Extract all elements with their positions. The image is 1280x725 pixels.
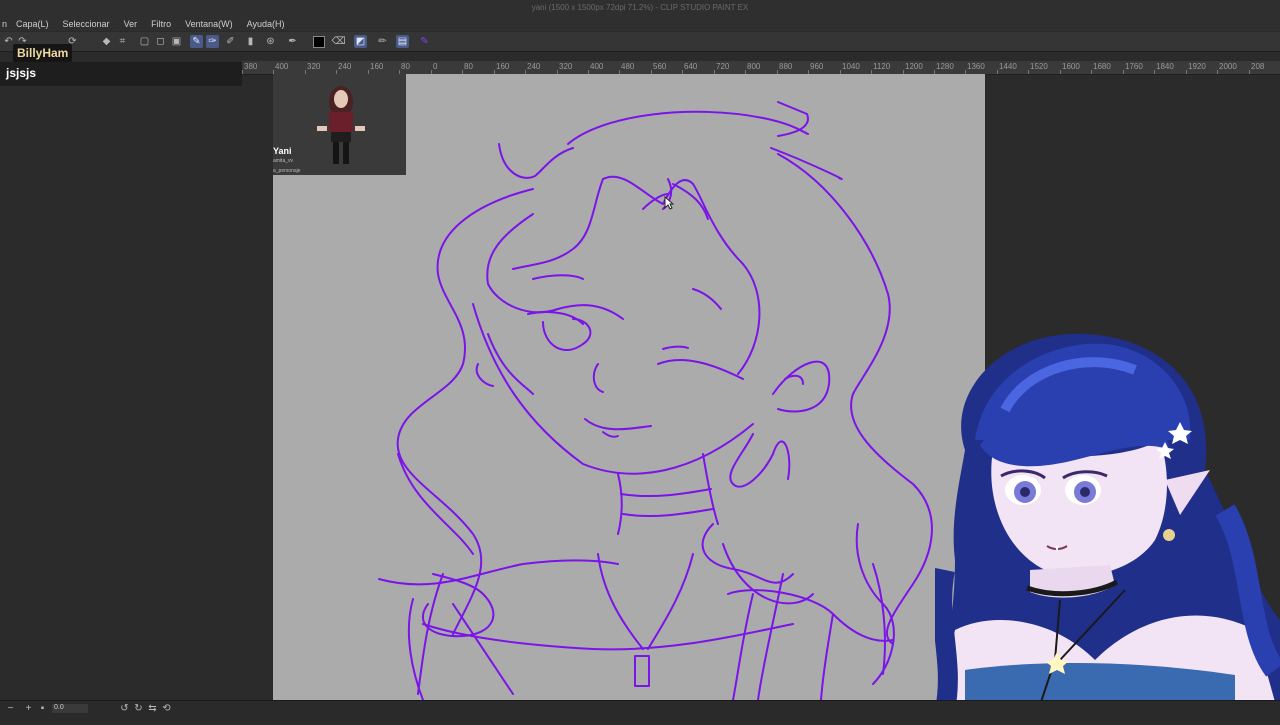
ruler-label: 480	[621, 62, 635, 71]
reference-name: Yani	[273, 146, 292, 156]
ruler-label: 1360	[967, 62, 985, 71]
crop-icon[interactable]: ⌗	[116, 35, 129, 48]
eraser-icon[interactable]: ⌫	[331, 35, 345, 48]
pen-icon[interactable]: ✎	[190, 35, 203, 48]
brush-icon[interactable]: ✑	[206, 35, 219, 48]
ruler-label: 320	[307, 62, 321, 71]
reference-handle: amita_vv	[273, 158, 294, 164]
ruler-label: 240	[527, 62, 541, 71]
ruler-label: 208	[1251, 62, 1265, 71]
ruler-tick	[1123, 70, 1124, 74]
ruler-tick	[1186, 70, 1187, 74]
vtuber-avatar	[932, 330, 1280, 721]
color-swatch-icon[interactable]	[312, 35, 325, 48]
rotate-right-icon[interactable]: ↻	[132, 702, 145, 715]
ruler-label: 160	[496, 62, 510, 71]
menu-item-help[interactable]: Ayuda(H)	[240, 19, 292, 29]
gradient-icon[interactable]: ◩	[354, 35, 367, 48]
deselect-icon[interactable]: ◻	[154, 35, 167, 48]
menu-item-layer[interactable]: Capa(L)	[9, 19, 56, 29]
ruler-label: 380	[244, 62, 258, 71]
fill-icon[interactable]: ◆	[100, 35, 113, 48]
ruler-icon[interactable]: ▮	[244, 35, 257, 48]
ruler-label: 640	[684, 62, 698, 71]
ruler-label: 1920	[1188, 62, 1206, 71]
menu-bar: n Capa(L) Seleccionar Ver Filtro Ventana…	[0, 17, 1280, 31]
chat-username: BillyHam	[13, 44, 73, 62]
lasso-icon[interactable]: ⊛	[264, 35, 277, 48]
ruler-label: 1520	[1030, 62, 1048, 71]
menu-item-window[interactable]: n	[0, 19, 9, 29]
select-icon[interactable]: ▢	[138, 35, 151, 48]
command-toolbar: ↶ ↷ ⟳ ◆ ⌗ ▢ ◻ ▣ ✎ ✑ ✐ ▮ ⊛ ✒ ⌫ ◩ ✏ ▤ ✎	[0, 31, 1280, 52]
ruler-label: 400	[275, 62, 289, 71]
blend-icon[interactable]: ✏	[376, 35, 389, 48]
zoom-in-icon[interactable]: +	[22, 702, 35, 715]
ruler-label: 1280	[936, 62, 954, 71]
ruler-label: 0	[433, 62, 438, 71]
ruler-label: 1760	[1125, 62, 1143, 71]
ruler-label: 400	[590, 62, 604, 71]
menu-item-select[interactable]: Seleccionar	[56, 19, 117, 29]
pencil-icon[interactable]: ✐	[224, 35, 237, 48]
menu-item-view[interactable]: Ver	[117, 19, 145, 29]
reset-view-icon[interactable]: ⟲	[160, 702, 173, 715]
ruler-tick	[1060, 70, 1061, 74]
window-title: yani (1500 x 1500px 72dpi 71.2%) - CLIP …	[531, 3, 749, 12]
ruler-label: 720	[716, 62, 730, 71]
ruler-label: 1200	[905, 62, 923, 71]
zoom-field[interactable]: 0.0	[52, 704, 88, 713]
menu-item-filter[interactable]: Filtro	[144, 19, 178, 29]
ruler-label: 80	[401, 62, 410, 71]
ruler-tick	[1249, 70, 1250, 74]
ruler-label: 800	[747, 62, 761, 71]
ruler-label: 1680	[1093, 62, 1111, 71]
fit-view-icon[interactable]: ▪	[36, 702, 49, 715]
ruler-label: 1040	[842, 62, 860, 71]
ruler-tick	[1217, 70, 1218, 74]
ruler-label: 960	[810, 62, 824, 71]
ruler-tick	[1028, 70, 1029, 74]
ruler-label: 2000	[1219, 62, 1237, 71]
eyedropper-icon[interactable]: ✒	[286, 35, 299, 48]
ruler-label: 560	[653, 62, 667, 71]
pen-pressure-icon[interactable]: ✎	[418, 35, 431, 48]
chat-message-text: jsjsjs	[6, 66, 37, 80]
chat-message-box: jsjsjs	[0, 62, 242, 86]
flip-icon[interactable]: ⇆	[146, 702, 159, 715]
menu-item-window-menu[interactable]: Ventana(W)	[178, 19, 240, 29]
vtuber-avatar-illustration	[932, 333, 1280, 721]
ruler-label: 1840	[1156, 62, 1174, 71]
horizontal-ruler: 380 400 320 240 160 80 0 80 160 240 320 400 480 560 64…	[242, 61, 1280, 75]
mouse-cursor-icon	[664, 196, 674, 210]
rotate-left-icon[interactable]: ↺	[118, 702, 131, 715]
title-bar: yani (1500 x 1500px 72dpi 71.2%) - CLIP …	[0, 0, 1280, 17]
ruler-tick	[1154, 70, 1155, 74]
ruler-label: 880	[779, 62, 793, 71]
status-bar: − + ▪ 0.0 ↺ ↻ ⇆ ⟲	[0, 700, 1280, 721]
zoom-out-icon[interactable]: −	[4, 702, 17, 715]
ruler-label: 1120	[873, 62, 891, 71]
ruler-label: 320	[559, 62, 573, 71]
invert-icon[interactable]: ▣	[170, 35, 183, 48]
ruler-tick	[242, 70, 243, 74]
ruler-label: 1600	[1062, 62, 1080, 71]
layer-effect-icon[interactable]: ▤	[396, 35, 409, 48]
reference-caption: a_personaje	[273, 168, 301, 174]
ruler-tick	[997, 70, 998, 74]
ruler-label: 1440	[999, 62, 1017, 71]
ruler-label: 160	[370, 62, 384, 71]
ruler-label: 240	[338, 62, 352, 71]
reference-image-card: Yani amita_vv a_personaje	[273, 74, 406, 175]
ruler-tick	[1091, 70, 1092, 74]
ruler-label: 80	[464, 62, 473, 71]
